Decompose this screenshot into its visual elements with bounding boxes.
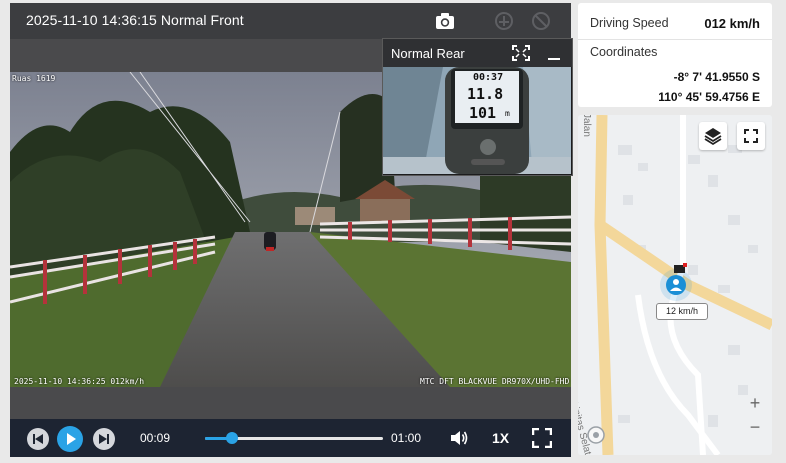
coordinates-label: Coordinates <box>590 45 658 59</box>
map-speed-tag: 12 km/h <box>656 303 708 320</box>
longitude-value: 110° 45' 59.4756 E <box>658 90 760 104</box>
road-label-top: Jalan <box>581 115 592 137</box>
playback-speed-button[interactable]: 1X <box>492 430 509 446</box>
driving-speed-value: 012 km/h <box>704 16 760 31</box>
share-icon[interactable] <box>530 10 552 32</box>
map-panel[interactable]: Jalan Jalan Linitas Selatan 12 km/h + − <box>578 115 772 455</box>
volume-icon[interactable] <box>448 427 470 454</box>
video-player: 2025-11-10 14:36:15 Normal Front Ruas 16… <box>10 3 573 457</box>
pip-header: Normal Rear <box>383 39 572 67</box>
pip-label: Normal Rear <box>391 46 465 61</box>
next-icon[interactable] <box>92 427 116 456</box>
camera-icon[interactable] <box>434 10 456 32</box>
pip-device-altitude: 101 <box>469 104 497 122</box>
layers-button[interactable] <box>699 122 727 150</box>
osd-top-left: Ruas 1619 <box>12 74 56 83</box>
fullscreen-icon[interactable] <box>531 427 553 453</box>
progress-bar[interactable] <box>205 432 383 444</box>
pip-device-unit: m <box>505 109 510 118</box>
player-topbar: 2025-11-10 14:36:15 Normal Front <box>10 3 571 39</box>
pip-device-speed: 11.8 <box>467 85 504 103</box>
driving-speed-label: Driving Speed <box>590 16 669 30</box>
zoom-out-button[interactable]: − <box>744 417 766 438</box>
compass-icon[interactable] <box>586 425 606 450</box>
rear-camera-pip[interactable]: Normal Rear 00:37 11.8 101 m <box>382 38 573 176</box>
latitude-value: -8° 7' 41.9550 S <box>673 70 760 84</box>
osd-device-info: MTC DFT BLACKVUE DR970X/UHD-FHD <box>420 377 570 386</box>
pip-device-time: 00:37 <box>473 72 504 83</box>
download-icon[interactable] <box>493 10 515 32</box>
total-time: 01:00 <box>391 431 422 445</box>
playback-controls: 00:09 01:00 1X <box>10 419 571 457</box>
telemetry-panel: Driving Speed 012 km/h Coordinates -8° 7… <box>578 3 772 107</box>
current-time: 00:09 <box>140 431 171 445</box>
minimize-icon[interactable] <box>547 47 561 66</box>
play-icon[interactable] <box>56 425 84 458</box>
expand-icon[interactable] <box>512 45 530 66</box>
divider <box>578 39 772 40</box>
progress-knob[interactable] <box>225 432 238 444</box>
zoom-in-button[interactable]: + <box>744 393 766 414</box>
prev-icon[interactable] <box>26 427 50 456</box>
player-title: 2025-11-10 14:36:15 Normal Front <box>26 12 244 28</box>
rear-camera-view: 00:37 11.8 101 m <box>383 67 571 174</box>
map-fullscreen-button[interactable] <box>737 122 765 150</box>
osd-timestamp: 2025-11-10 14:36:25 012km/h <box>14 377 145 386</box>
